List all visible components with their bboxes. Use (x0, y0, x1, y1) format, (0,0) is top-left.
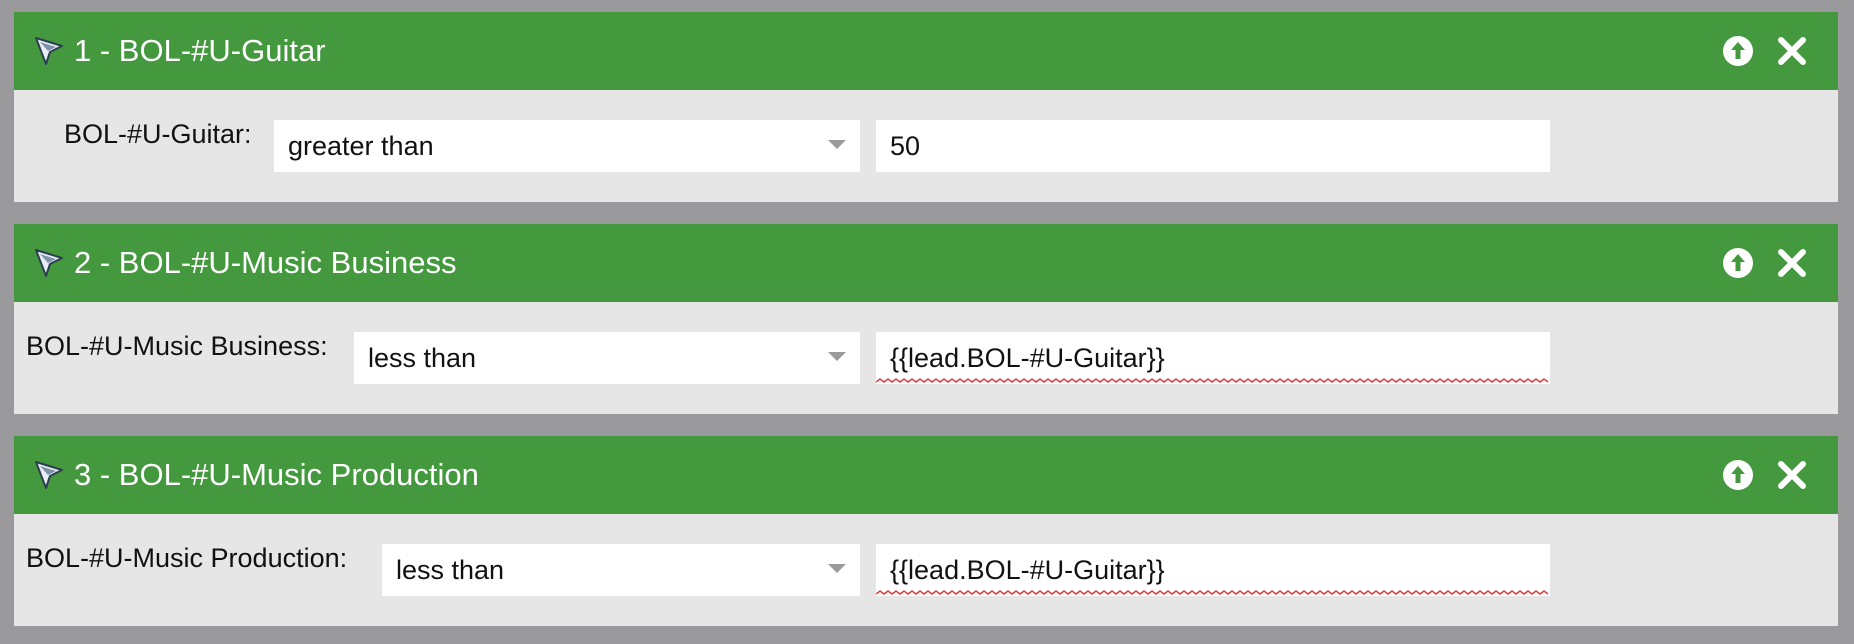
close-icon[interactable] (1774, 33, 1810, 69)
operator-select[interactable]: greater than (274, 120, 860, 172)
operator-select[interactable]: less than (382, 544, 860, 596)
operator-value: less than (396, 555, 505, 585)
filter-header[interactable]: 2 - BOL-#U-Music Business (14, 224, 1838, 302)
close-icon[interactable] (1774, 245, 1810, 281)
filter-title: 3 - BOL-#U-Music Production (74, 457, 479, 492)
chevron-down-icon (828, 564, 846, 573)
filter-funnel-icon[interactable] (32, 458, 66, 492)
filter-body: BOL-#U-Music Business: less than {{lead.… (14, 302, 1838, 414)
spellcheck-underline (876, 378, 1549, 383)
value-input[interactable]: {{lead.BOL-#U-Guitar}} (876, 544, 1550, 596)
spellcheck-underline (876, 590, 1549, 595)
value-input[interactable]: 50 (876, 120, 1550, 172)
filter-title: 2 - BOL-#U-Music Business (74, 245, 457, 280)
move-up-icon[interactable] (1720, 457, 1756, 493)
operator-value: greater than (288, 131, 434, 161)
field-label: BOL-#U-Guitar: (64, 119, 252, 149)
close-icon[interactable] (1774, 457, 1810, 493)
filter-funnel-icon[interactable] (32, 246, 66, 280)
move-up-icon[interactable] (1720, 245, 1756, 281)
operator-select[interactable]: less than (354, 332, 860, 384)
filter-body: BOL-#U-Guitar: greater than 50 (14, 90, 1838, 202)
filter-header[interactable]: 1 - BOL-#U-Guitar (14, 12, 1838, 90)
move-up-icon[interactable] (1720, 33, 1756, 69)
chevron-down-icon (828, 140, 846, 149)
chevron-down-icon (828, 352, 846, 361)
value-text: 50 (890, 131, 921, 161)
filter-panel-2: 2 - BOL-#U-Music Business BOL-#U-Music B… (14, 224, 1838, 414)
filter-panel-1: 1 - BOL-#U-Guitar BOL-#U-Guitar: greater… (14, 12, 1838, 202)
operator-value: less than (368, 343, 477, 373)
filter-funnel-icon[interactable] (32, 34, 66, 68)
filter-panel-3: 3 - BOL-#U-Music Production BOL-#U-Music… (14, 436, 1838, 626)
filter-header[interactable]: 3 - BOL-#U-Music Production (14, 436, 1838, 514)
value-input[interactable]: {{lead.BOL-#U-Guitar}} (876, 332, 1550, 384)
field-label: BOL-#U-Music Production: (26, 543, 348, 573)
field-label: BOL-#U-Music Business: (26, 331, 328, 361)
filter-title: 1 - BOL-#U-Guitar (74, 33, 326, 68)
filter-body: BOL-#U-Music Production: less than {{lea… (14, 514, 1838, 626)
